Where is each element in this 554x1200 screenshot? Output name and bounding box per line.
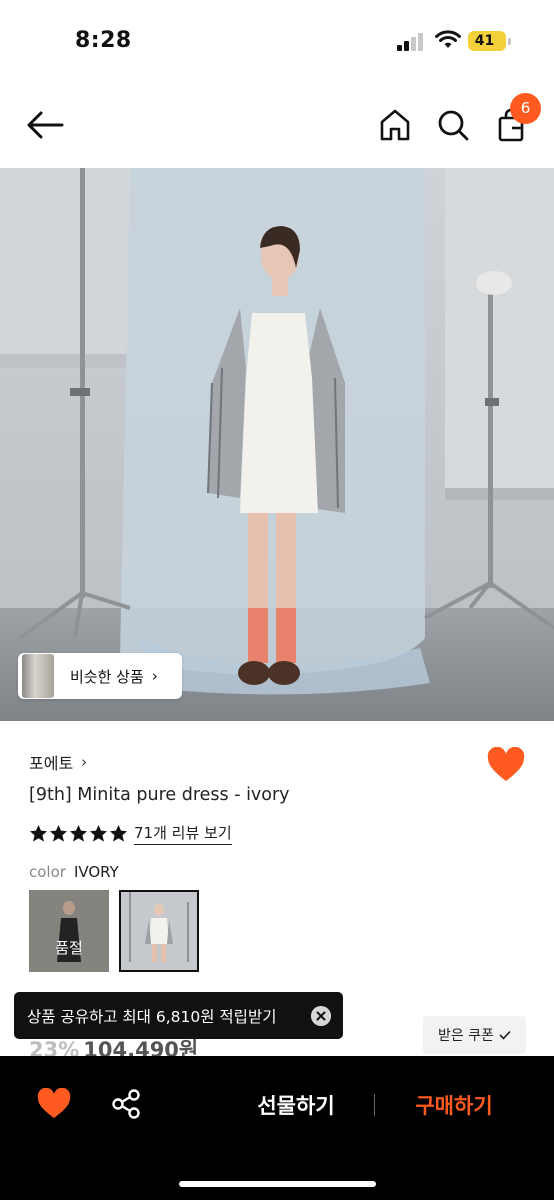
product-photo (0, 168, 554, 721)
like-heart-icon[interactable] (37, 1088, 71, 1120)
brand-link[interactable]: 포에토 › (29, 750, 87, 774)
status-bar: 8:28 41 (0, 0, 554, 82)
color-swatch-black[interactable]: 품절 (29, 890, 109, 972)
soldout-overlay: 품절 (55, 939, 83, 957)
bottom-action-bar: 선물하기 구매하기 (0, 1056, 554, 1200)
gift-button[interactable]: 선물하기 (240, 1090, 352, 1120)
rating-stars (29, 824, 128, 843)
share-icon[interactable] (110, 1088, 142, 1120)
back-arrow-icon[interactable] (26, 110, 64, 140)
review-link[interactable]: 71개 리뷰 보기 (134, 822, 232, 845)
similar-products-label: 비슷한 상품 (70, 667, 144, 686)
battery-level: 41 (474, 33, 495, 49)
check-icon (499, 1030, 511, 1040)
toast-message: 상품 공유하고 최대 6,810원 적립받기 (27, 1007, 277, 1026)
like-heart-icon[interactable] (487, 747, 525, 783)
swatch-photo (121, 892, 197, 970)
cellular-signal-icon (397, 33, 425, 51)
received-coupon-button[interactable]: 받은 쿠폰 (423, 1016, 526, 1054)
star-icon (69, 824, 88, 842)
chevron-right-icon: › (81, 753, 88, 771)
status-time: 8:28 (75, 28, 132, 53)
color-swatch-ivory[interactable] (119, 890, 199, 972)
chevron-right-icon: › (151, 667, 158, 685)
wifi-icon (435, 30, 461, 48)
product-title: [9th] Minita pure dress - ivory (29, 785, 290, 805)
home-icon[interactable] (378, 108, 412, 142)
nav-bar (0, 82, 554, 168)
battery-icon: 41 (468, 31, 506, 51)
star-icon (29, 824, 48, 842)
star-icon (49, 824, 68, 842)
similar-products-thumbnail (22, 654, 54, 698)
search-icon[interactable] (436, 108, 470, 142)
divider (374, 1094, 375, 1116)
product-hero-image[interactable]: 비슷한 상품 › (0, 168, 554, 721)
coupon-label: 받은 쿠폰 (438, 1028, 494, 1044)
color-value: IVORY (73, 863, 119, 881)
rating-row: 71개 리뷰 보기 (29, 822, 232, 845)
buy-button[interactable]: 구매하기 (398, 1090, 510, 1120)
color-label: color (29, 863, 66, 881)
close-icon[interactable] (311, 1006, 331, 1026)
home-indicator (179, 1181, 376, 1187)
star-icon (89, 824, 108, 842)
battery-tip (508, 38, 511, 45)
star-icon (109, 824, 128, 842)
brand-name: 포에토 (29, 754, 74, 773)
share-reward-toast: 상품 공유하고 최대 6,810원 적립받기 (14, 992, 343, 1039)
swatch-photo (29, 890, 109, 972)
similar-products-button[interactable]: 비슷한 상품 › (18, 653, 182, 699)
cart-count-badge: 6 (510, 93, 541, 124)
color-row: color IVORY (29, 863, 119, 881)
